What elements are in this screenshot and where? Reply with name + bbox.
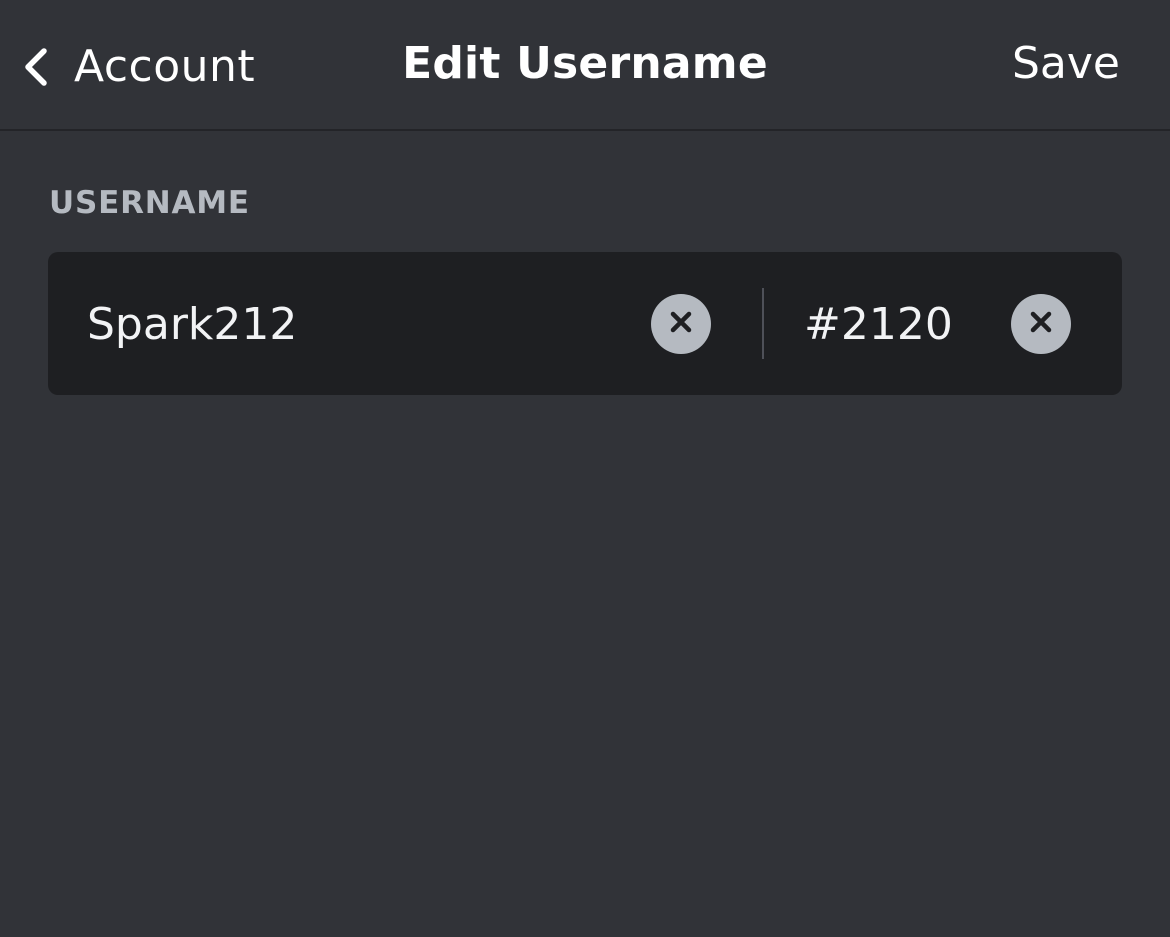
username-discriminator-divider — [762, 288, 764, 359]
clear-username-button[interactable] — [651, 294, 711, 354]
clear-discriminator-button[interactable] — [1011, 294, 1071, 354]
username-input-card — [48, 252, 1122, 395]
save-button[interactable]: Save — [1012, 42, 1120, 86]
close-circle-icon — [668, 309, 694, 339]
username-input[interactable] — [87, 292, 627, 356]
page-title: Edit Username — [402, 38, 768, 89]
username-section-label: USERNAME — [49, 185, 250, 221]
close-circle-icon — [1028, 309, 1054, 339]
top-navigation-bar: Account Edit Username Save — [0, 0, 1170, 131]
discriminator-input[interactable] — [804, 292, 994, 356]
